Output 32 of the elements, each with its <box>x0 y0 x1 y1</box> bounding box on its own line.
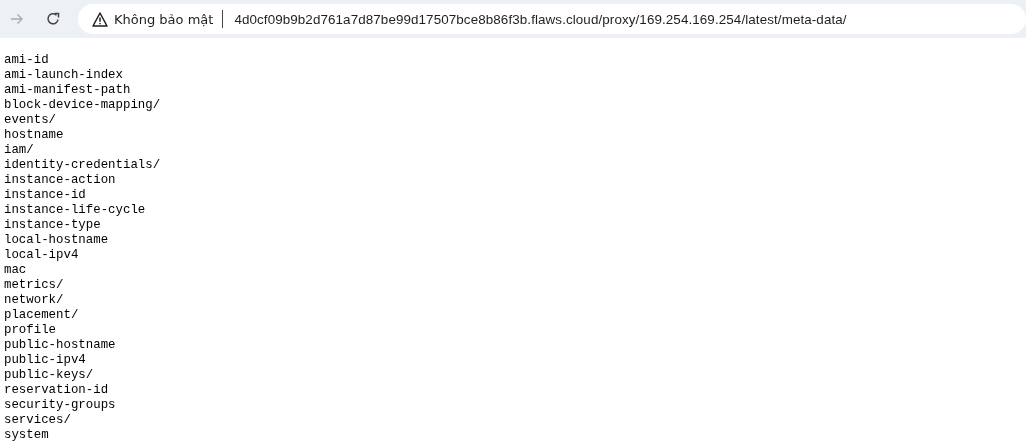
text-line: instance-id <box>4 188 86 203</box>
text-line: ami-manifest-path <box>4 83 131 98</box>
text-line: instance-type <box>4 218 101 233</box>
text-line: metrics/ <box>4 278 64 293</box>
text-line: public-ipv4 <box>4 353 86 368</box>
text-line: block-device-mapping/ <box>4 98 161 113</box>
text-line: services/ <box>4 413 71 428</box>
text-line: instance-life-cycle <box>4 203 146 218</box>
right-arrow-icon <box>10 12 24 26</box>
address-bar[interactable]: Không bảo mật 4d0cf09b9b2d761a7d87be99d17507bce8b86f3b.flaws.cloud/proxy/169.254.169.254/latest/meta-data/ <box>78 4 1026 34</box>
reload-icon <box>45 11 61 27</box>
text-line: iam/ <box>4 143 34 158</box>
text-line: reservation-id <box>4 383 109 398</box>
text-line: hostname <box>4 128 64 143</box>
text-line: system <box>4 428 49 443</box>
text-line: placement/ <box>4 308 79 323</box>
text-line: public-hostname <box>4 338 116 353</box>
text-line: security-groups <box>4 398 116 413</box>
text-line: local-hostname <box>4 233 109 248</box>
text-line: ami-launch-index <box>4 68 123 83</box>
text-line: local-ipv4 <box>4 248 79 263</box>
text-line: profile <box>4 323 57 338</box>
url-text: 4d0cf09b9b2d761a7d87be99d17507bce8b86f3b.flaws.cloud/proxy/169.254.169.254/latest/meta-data/ <box>234 11 847 27</box>
text-line: instance-action <box>4 173 116 188</box>
text-line: ami-id <box>4 53 49 68</box>
text-line: network/ <box>4 293 64 308</box>
warning-icon <box>92 11 108 27</box>
text-line: mac <box>4 263 27 278</box>
text-line: events/ <box>4 113 57 128</box>
text-line: public-keys/ <box>4 368 94 383</box>
text-line: identity-credentials/ <box>4 158 161 173</box>
security-label[interactable]: Không bảo mật <box>114 11 214 27</box>
